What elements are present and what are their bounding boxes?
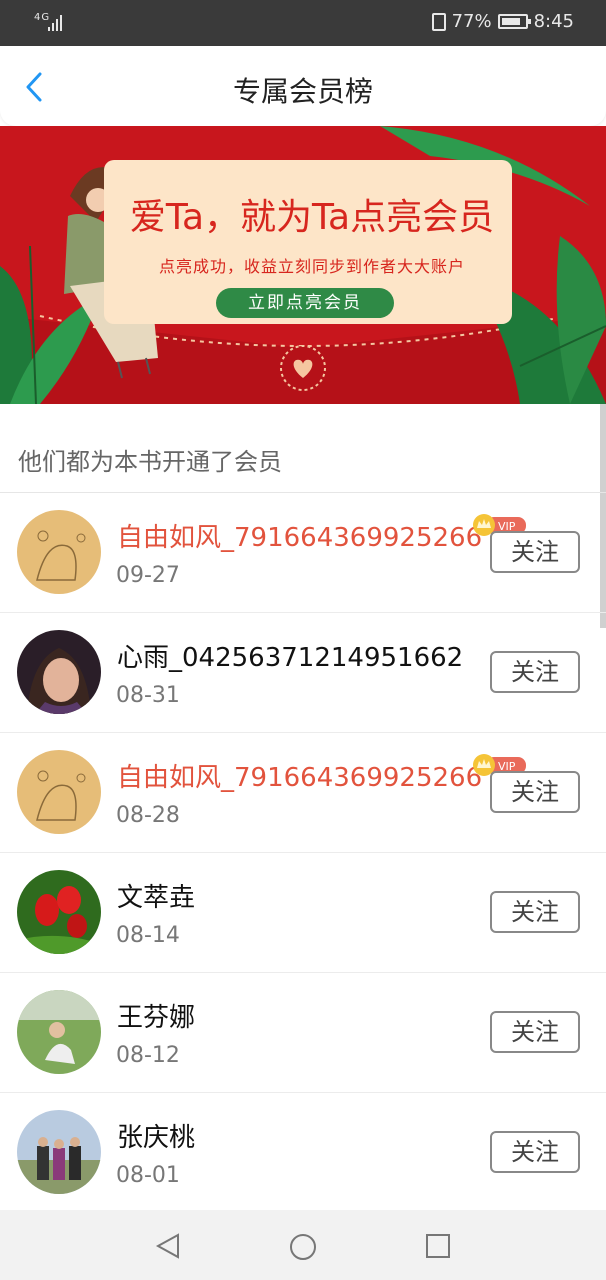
- member-name: 文萃垚: [117, 883, 196, 913]
- list-item[interactable]: 王芬娜 08-12 关注: [0, 973, 606, 1093]
- light-up-member-button[interactable]: 立即点亮会员: [216, 288, 394, 318]
- battery-percent: 77%: [451, 11, 492, 32]
- list-item[interactable]: 自由如风_791664369925266 VIP 09-27 关注: [0, 493, 606, 613]
- section-title: 他们都为本书开通了会员: [18, 448, 282, 476]
- page-title: 专属会员榜: [232, 75, 373, 108]
- member-date: 08-31: [116, 683, 180, 708]
- banner-headline: 爱Ta，就为Ta点亮会员: [129, 197, 495, 238]
- navigation-bar: [0, 1210, 606, 1280]
- member-name: 自由如风_791664369925266: [117, 523, 483, 553]
- member-date: 08-01: [116, 1163, 180, 1188]
- follow-button[interactable]: 关注: [490, 531, 580, 573]
- avatar[interactable]: [17, 510, 101, 594]
- follow-button[interactable]: 关注: [490, 771, 580, 813]
- avatar[interactable]: [17, 870, 101, 954]
- avatar[interactable]: [17, 1110, 101, 1194]
- battery-icon: [497, 14, 531, 29]
- vibrate-icon: [431, 12, 446, 31]
- member-name: 王芬娜: [117, 1003, 196, 1033]
- avatar[interactable]: [17, 990, 101, 1074]
- avatar[interactable]: [17, 630, 101, 714]
- member-date: 08-12: [116, 1043, 180, 1068]
- triangle-back-icon[interactable]: [154, 1232, 182, 1260]
- avatar[interactable]: [17, 750, 101, 834]
- promo-banner[interactable]: 爱Ta，就为Ta点亮会员 点亮成功，收益立刻同步到作者大大账户 立即点亮会员: [0, 126, 606, 404]
- signal-icon: [48, 15, 62, 31]
- member-name: 心雨_04256371214951662: [117, 643, 464, 673]
- status-bar: 4G 77% 8:45: [0, 0, 606, 46]
- member-date: 08-28: [116, 803, 180, 828]
- follow-button[interactable]: 关注: [490, 1131, 580, 1173]
- list-item[interactable]: 张庆桃 08-01 关注: [0, 1093, 606, 1213]
- list-item[interactable]: 文萃垚 08-14 关注: [0, 853, 606, 973]
- title-bar: 专属会员榜: [0, 46, 606, 126]
- clock: 8:45: [533, 11, 574, 32]
- follow-button[interactable]: 关注: [490, 891, 580, 933]
- list-item[interactable]: 心雨_04256371214951662 08-31 关注: [0, 613, 606, 733]
- circle-home-icon[interactable]: [288, 1232, 318, 1262]
- follow-button[interactable]: 关注: [490, 1011, 580, 1053]
- member-list: 自由如风_791664369925266 VIP 09-27 关注 心雨_042…: [0, 493, 606, 1213]
- member-date: 08-14: [116, 923, 180, 948]
- member-name: 张庆桃: [117, 1123, 196, 1153]
- list-item[interactable]: 自由如风_791664369925266 VIP 08-28 关注: [0, 733, 606, 853]
- banner-subtitle: 点亮成功，收益立刻同步到作者大大账户: [158, 257, 465, 276]
- member-name: 自由如风_791664369925266: [117, 763, 483, 793]
- member-date: 09-27: [116, 563, 180, 588]
- follow-button[interactable]: 关注: [490, 651, 580, 693]
- square-recent-icon[interactable]: [424, 1232, 452, 1260]
